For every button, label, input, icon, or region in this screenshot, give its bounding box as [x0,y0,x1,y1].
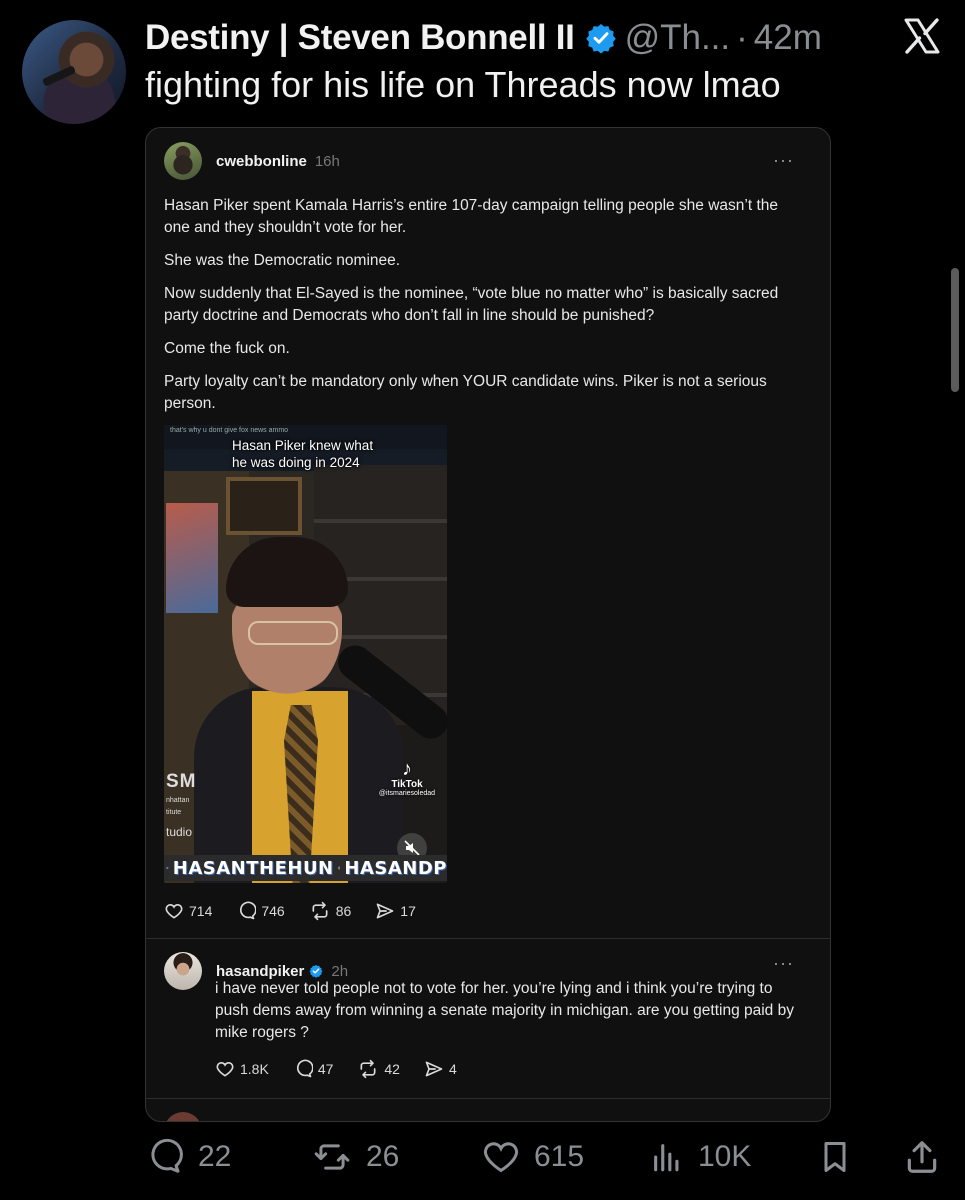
tiktok-icon: ♪ [402,758,412,780]
like-button[interactable]: 1.8K [215,1059,269,1079]
reply-author-avatar[interactable] [164,952,202,990]
views-button[interactable]: 10K [650,1138,751,1176]
verified-badge-icon [309,964,323,978]
reply-button[interactable]: 746 [236,901,285,921]
repost-button[interactable]: 86 [309,901,351,921]
post-divider [146,938,830,939]
verified-badge-icon [585,24,616,54]
instagram-icon [337,866,341,870]
post-video[interactable]: that's why u dont give fox news ammo Has… [164,425,447,883]
header-separator: · [736,18,748,57]
views-icon [654,1144,679,1172]
repost-icon [312,901,328,921]
x-logo-icon [904,18,940,54]
comment-icon [151,1138,183,1173]
post-author-name[interactable]: cwebbonline [216,153,307,170]
post-paragraph: Party loyalty can’t be mandatory only wh… [164,373,767,412]
reply-engagement-bar: 1.8K 47 42 4 [215,1059,481,1079]
embedded-screenshot-card[interactable]: cwebbonline 16h ··· Hasan Piker spent Ka… [145,127,831,1122]
reply-button[interactable]: 22 [146,1138,231,1176]
post-author-avatar[interactable] [164,142,202,180]
heart-icon [216,1061,234,1077]
reply-timestamp: 2h [331,962,349,980]
tweet-text: fighting for his life on Threads now lma… [145,64,781,105]
post-divider [146,1098,830,1099]
repost-icon [314,1144,350,1170]
bookmark-icon [824,1142,846,1172]
author-display-name[interactable]: Destiny | Steven Bonnell II [145,18,575,58]
post-paragraph: She was the Democratic nominee. [164,252,401,269]
repost-button[interactable]: 26 [312,1138,399,1176]
background-picture-frame [226,477,302,535]
repost-button[interactable]: 42 [357,1059,400,1079]
post-timestamp: 16h [314,152,340,170]
post-paragraph: Hasan Piker spent Kamala Harris’s entire… [164,197,779,236]
share-icon [376,903,394,919]
post-paragraph: Now suddenly that El-Sayed is the nomine… [164,285,779,324]
tweet-action-bar: 22 26 615 10K [0,1138,965,1184]
tweet-timestamp[interactable]: 42m [754,18,822,58]
video-caption: Hasan Piker knew what he was doing in 20… [232,438,374,470]
next-post-avatar[interactable] [164,1112,202,1121]
reply-button[interactable]: 47 [293,1059,333,1079]
share-upload-button[interactable] [903,1138,955,1176]
comment-icon [240,901,257,920]
scrollbar[interactable] [951,268,959,392]
author-handle[interactable]: @Th... [625,18,731,58]
tweet-header: Destiny | Steven Bonnell II @Th... · 42m [145,14,822,62]
video-social-banner: HASANTHEHUN HASANDP [164,855,447,881]
heart-icon [484,1142,518,1173]
next-post-peek: vikasamerica 16h [164,1112,343,1121]
post-paragraph: Come the fuck on. [164,340,290,357]
reply-author-name[interactable]: hasandpiker [216,963,304,980]
share-upload-icon [907,1141,937,1173]
repost-icon [360,1059,376,1079]
reply-text: i have never told people not to vote for… [215,980,794,1041]
twitter-bird-icon [166,866,169,870]
post-author-row: cwebbonline 16h [164,142,340,180]
share-button[interactable]: 4 [424,1059,457,1079]
like-button[interactable]: 615 [482,1138,584,1176]
heart-icon [165,903,183,919]
post-body: Hasan Piker spent Kamala Harris’s entire… [164,195,804,426]
share-button[interactable]: 17 [375,901,416,921]
background-poster [166,503,218,613]
tiktok-watermark: ♪ TikTok @itsmariesoledad [372,759,442,797]
post-engagement-bar: 714 746 86 17 [164,901,440,921]
reply-more-menu-icon[interactable]: ··· [773,953,794,974]
comment-icon [296,1059,313,1078]
share-icon [425,1061,443,1077]
studio-logo: SM nhattan titute tudio [166,771,197,839]
author-avatar[interactable] [22,20,126,124]
bookmark-button[interactable] [817,1138,867,1176]
post-more-menu-icon[interactable]: ··· [773,150,794,171]
like-button[interactable]: 714 [164,901,212,921]
mute-icon [404,840,420,856]
